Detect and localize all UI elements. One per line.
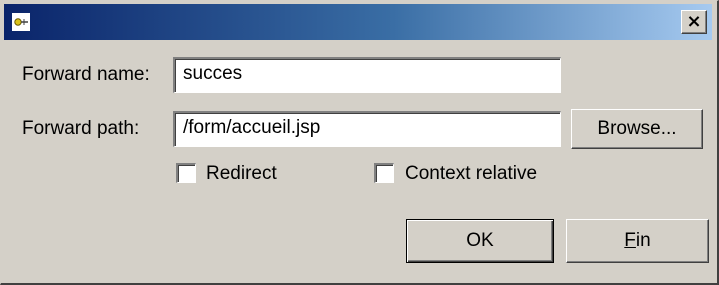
context-relative-checkbox[interactable] xyxy=(374,163,394,183)
title-bar[interactable]: × xyxy=(4,4,712,40)
redirect-label: Redirect xyxy=(206,163,277,184)
close-icon: × xyxy=(686,11,702,32)
browse-button[interactable]: Browse... xyxy=(571,109,703,149)
forward-name-input[interactable]: succes xyxy=(173,57,561,93)
dialog-window: × Forward name: succes Forward path: /fo… xyxy=(0,0,719,285)
forward-name-label: Forward name: xyxy=(22,64,150,85)
fin-label-rest: in xyxy=(635,230,651,251)
fin-button[interactable]: Fin xyxy=(566,219,709,263)
redirect-checkbox[interactable] xyxy=(176,163,196,183)
fin-mnemonic: F xyxy=(624,230,636,251)
context-relative-label: Context relative xyxy=(405,163,538,184)
forward-path-label: Forward path: xyxy=(22,118,140,139)
close-button[interactable]: × xyxy=(681,10,707,34)
forward-path-input[interactable]: /form/accueil.jsp xyxy=(173,111,561,147)
ok-button[interactable]: OK xyxy=(406,219,554,263)
plug-icon xyxy=(12,13,30,31)
